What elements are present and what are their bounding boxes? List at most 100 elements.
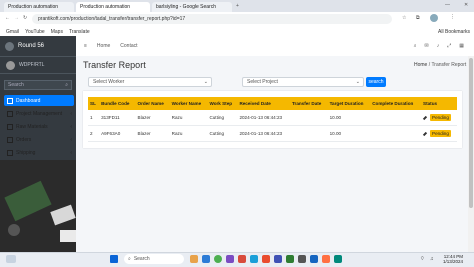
cell-complete-duration xyxy=(370,125,422,142)
project-select-value: Select Project xyxy=(247,79,278,85)
vscode-icon[interactable] xyxy=(226,255,234,263)
profile-avatar[interactable] xyxy=(430,14,438,22)
worker-select-value: Select Worker xyxy=(93,79,125,85)
cell-order-name: Blazer xyxy=(135,110,170,126)
sidebar-search-input[interactable]: Search ⌕ xyxy=(4,80,72,90)
file-explorer-icon[interactable] xyxy=(190,255,198,263)
browser-tab-3[interactable]: barlsiyling - Google Search xyxy=(152,2,232,12)
teams-icon[interactable] xyxy=(274,255,282,263)
sidebar-item-label: Dashboard xyxy=(16,97,41,104)
office-icon[interactable] xyxy=(262,255,270,263)
new-tab-icon[interactable]: + xyxy=(236,3,239,9)
scrollbar-thumb[interactable] xyxy=(469,58,473,208)
tab-label: Production automation xyxy=(8,4,59,10)
chevron-left-icon: ‹ xyxy=(70,149,72,156)
cell-complete-duration xyxy=(370,110,422,126)
windows-start-icon[interactable] xyxy=(110,255,118,263)
extensions-icon[interactable]: ⧉ xyxy=(416,15,420,21)
th-received-date: Received Date xyxy=(237,97,290,110)
page-title-wrap: Transfer Report xyxy=(83,60,146,70)
word-icon[interactable] xyxy=(310,255,318,263)
bookmark-maps[interactable]: Maps xyxy=(51,29,63,35)
th-complete-duration: Complete Duration xyxy=(370,97,422,110)
sidebar-item-raw-materials[interactable]: Raw Materials ‹ xyxy=(4,121,74,132)
volume-icon[interactable]: ♫ xyxy=(430,256,434,262)
back-icon[interactable]: ← xyxy=(5,15,10,21)
worker-select[interactable]: Select Worker ⌄ xyxy=(88,77,212,87)
menu-dots-icon[interactable]: ⋮ xyxy=(450,14,455,20)
bookmark-youtube[interactable]: YouTube xyxy=(25,29,45,35)
all-bookmarks[interactable]: All Bookmarks xyxy=(438,29,470,35)
cell-order-name: Blazer xyxy=(135,125,170,142)
cell-work-step: Cutting xyxy=(207,125,238,142)
window-close-icon[interactable]: ✕ xyxy=(464,2,468,8)
wifi-icon[interactable]: ⌔ xyxy=(420,256,425,262)
bookmark-translate[interactable]: Translate xyxy=(69,29,90,35)
star-icon[interactable]: ☆ xyxy=(402,15,406,21)
widgets-icon[interactable] xyxy=(6,255,16,263)
th-transfer-date: Transfer Date xyxy=(289,97,328,110)
cell-sl: 1 xyxy=(88,110,100,126)
bell-icon[interactable]: ♪ xyxy=(437,43,440,49)
search-button[interactable]: search xyxy=(366,77,386,87)
page-title: Transfer Report xyxy=(83,60,146,70)
app-icon-3[interactable] xyxy=(334,255,342,263)
status-badge[interactable]: Pending xyxy=(430,130,451,137)
webcam-image xyxy=(0,160,86,252)
excel-icon[interactable] xyxy=(286,255,294,263)
nav-home-link[interactable]: Home xyxy=(97,43,110,49)
hamburger-icon[interactable]: ≡ xyxy=(84,43,87,49)
cell-sl: 2 xyxy=(88,125,100,142)
sidebar-item-project-management[interactable]: Project Management ‹ xyxy=(4,108,74,119)
grid-icon[interactable]: ▦ xyxy=(459,43,464,49)
browser-tab-2[interactable]: Production automation xyxy=(76,2,150,12)
chrome-icon[interactable] xyxy=(214,255,222,263)
cell-received-date: 2024-01-13 06:44:23 xyxy=(237,110,290,126)
edit-icon[interactable] xyxy=(422,115,428,120)
sidebar-item-shipping[interactable]: Shipping ‹ xyxy=(4,147,74,158)
forward-icon[interactable]: → xyxy=(14,15,19,21)
breadcrumb: Home / Transfer Report xyxy=(414,62,466,68)
app-icon[interactable] xyxy=(238,255,246,263)
table-row: 2 A9F63A0 Blazer Razu Cutting 2024-01-13… xyxy=(88,125,457,142)
table-header-row: SL Bundle Code Order Name Worker Name Wo… xyxy=(88,97,457,110)
app-icon-2[interactable] xyxy=(322,255,330,263)
webcam-overlay xyxy=(0,160,86,252)
report-card: SL Bundle Code Order Name Worker Name Wo… xyxy=(83,91,462,148)
sidebar-search-placeholder: Search xyxy=(8,82,24,88)
edit-icon[interactable] xyxy=(422,131,428,136)
taskbar-search-input[interactable]: ⌕ Search xyxy=(124,254,184,264)
breadcrumb-current: Transfer Report xyxy=(431,62,467,68)
fullscreen-icon[interactable]: ⤢ xyxy=(447,43,451,49)
browser-tab-1[interactable]: Production automation xyxy=(4,2,74,12)
sidebar-item-label: Orders xyxy=(16,136,32,143)
nav-contact-link[interactable]: Contact xyxy=(120,43,137,49)
status-badge[interactable]: Pending xyxy=(430,114,451,121)
transfer-table: SL Bundle Code Order Name Worker Name Wo… xyxy=(88,97,457,142)
search-icon[interactable]: ⌕ xyxy=(65,82,68,88)
sidebar-item-dashboard[interactable]: Dashboard xyxy=(4,95,74,106)
cell-status: Pending xyxy=(421,110,457,126)
user-name: WDPF/RTL xyxy=(19,62,45,68)
url-input[interactable]: prantikoft.com/production/tadal_transfer… xyxy=(32,14,392,24)
window-minimize-icon[interactable]: — xyxy=(445,2,450,8)
th-worker-name: Worker Name xyxy=(169,97,208,110)
breadcrumb-home[interactable]: Home xyxy=(414,62,427,68)
search-button-label: search xyxy=(368,79,384,85)
edge-icon[interactable] xyxy=(202,255,210,263)
store-icon[interactable] xyxy=(250,255,258,263)
tab-label: barlsiyling - Google Search xyxy=(156,4,217,10)
sidebar-item-orders[interactable]: Orders ‹ xyxy=(4,134,74,145)
user-panel[interactable]: WDPF/RTL xyxy=(0,57,76,74)
project-select[interactable]: Select Project ⌄ xyxy=(242,77,364,87)
reload-icon[interactable]: ↻ xyxy=(23,15,27,21)
terminal-icon[interactable] xyxy=(298,255,306,263)
sidebar-item-label: Raw Materials xyxy=(16,123,48,130)
clock[interactable]: 12:44 PM 1/13/2024 xyxy=(443,254,463,264)
sidebar-item-label: Shipping xyxy=(16,149,36,156)
navbar-search-icon[interactable]: ⌕ xyxy=(414,43,417,49)
table-row: 1 313FD11 Blazer Razu Cutting 2024-01-13… xyxy=(88,110,457,126)
brand[interactable]: Round 56 xyxy=(0,36,76,57)
bookmark-gmail[interactable]: Gmail xyxy=(6,29,19,35)
chat-icon[interactable]: ✉ xyxy=(425,43,429,49)
